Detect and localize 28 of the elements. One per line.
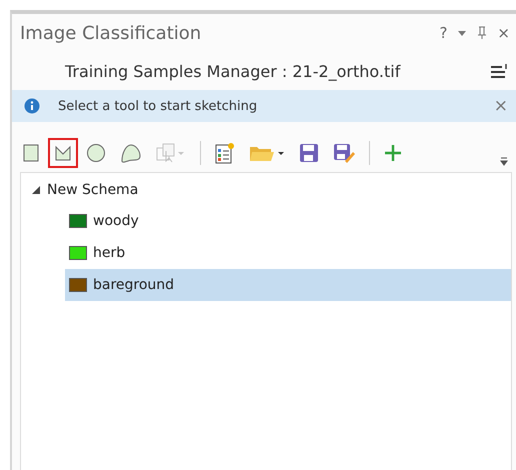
polygon-icon bbox=[54, 144, 72, 162]
tree-row[interactable]: woody bbox=[65, 205, 511, 237]
save-edit-icon bbox=[333, 143, 355, 163]
select-icon bbox=[156, 143, 186, 163]
circle-icon bbox=[86, 143, 106, 163]
close-button[interactable]: × bbox=[497, 24, 510, 42]
plus-icon bbox=[384, 144, 402, 162]
manager-title: Training Samples Manager : 21-2_ortho.tif bbox=[65, 62, 402, 80]
info-message: Select a tool to start sketching bbox=[58, 98, 258, 114]
rectangle-icon bbox=[23, 144, 39, 162]
pin-icon bbox=[477, 26, 488, 40]
class-label: bareground bbox=[93, 277, 174, 293]
freehand-icon bbox=[120, 143, 142, 163]
tree-row[interactable]: herb bbox=[65, 237, 511, 269]
save-icon bbox=[299, 143, 319, 163]
class-label: woody bbox=[93, 213, 139, 229]
help-button[interactable]: ? bbox=[439, 24, 448, 42]
close-button[interactable]: × bbox=[494, 96, 508, 116]
pane-title: Image Classification bbox=[20, 22, 202, 44]
overflow-icon bbox=[500, 156, 508, 166]
properties-icon bbox=[215, 142, 235, 164]
dropdown-icon bbox=[457, 29, 468, 37]
polygon-tool-button[interactable] bbox=[48, 138, 78, 168]
info-icon bbox=[24, 98, 40, 114]
schema-label: New Schema bbox=[47, 182, 138, 198]
tree-row[interactable]: bareground bbox=[65, 269, 511, 301]
expander-icon[interactable] bbox=[31, 185, 41, 195]
class-label: herb bbox=[93, 245, 126, 261]
